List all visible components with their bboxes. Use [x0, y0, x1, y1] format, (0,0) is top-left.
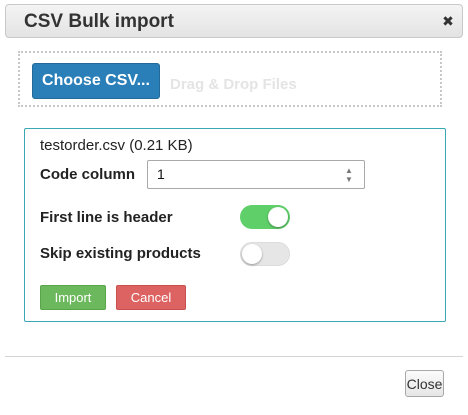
code-column-value: 1: [157, 166, 165, 182]
toggle-knob: [268, 207, 288, 227]
toggle-knob: [242, 244, 262, 264]
close-button[interactable]: Close: [405, 370, 444, 397]
dialog-titlebar: CSV Bulk import ✖: [5, 4, 463, 38]
dialog-title: CSV Bulk import: [24, 11, 174, 32]
code-column-input[interactable]: 1 ▲ ▼: [147, 160, 365, 189]
skip-existing-toggle[interactable]: [240, 242, 290, 266]
import-button[interactable]: Import: [40, 285, 106, 310]
first-line-header-toggle[interactable]: [240, 205, 290, 229]
first-line-header-label: First line is header: [40, 209, 173, 226]
csv-import-dialog: CSV Bulk import ✖ Choose CSV... Drag & D…: [0, 0, 468, 415]
cancel-button[interactable]: Cancel: [116, 285, 186, 310]
footer-divider: [5, 356, 463, 357]
skip-existing-label: Skip existing products: [40, 245, 201, 262]
choose-csv-button[interactable]: Choose CSV...: [32, 63, 160, 99]
spinner-down-icon[interactable]: ▼: [345, 175, 353, 184]
close-icon[interactable]: ✖: [440, 12, 456, 30]
drag-drop-label: Drag & Drop Files: [170, 76, 297, 93]
code-column-label: Code column: [40, 166, 136, 183]
number-spinner[interactable]: ▲ ▼: [342, 164, 356, 185]
file-name: testorder.csv (0.21 KB): [40, 137, 193, 154]
file-settings-panel: testorder.csv (0.21 KB) Code column 1 ▲ …: [24, 128, 446, 322]
drop-zone[interactable]: Choose CSV... Drag & Drop Files: [18, 51, 442, 107]
spinner-up-icon[interactable]: ▲: [345, 166, 353, 175]
